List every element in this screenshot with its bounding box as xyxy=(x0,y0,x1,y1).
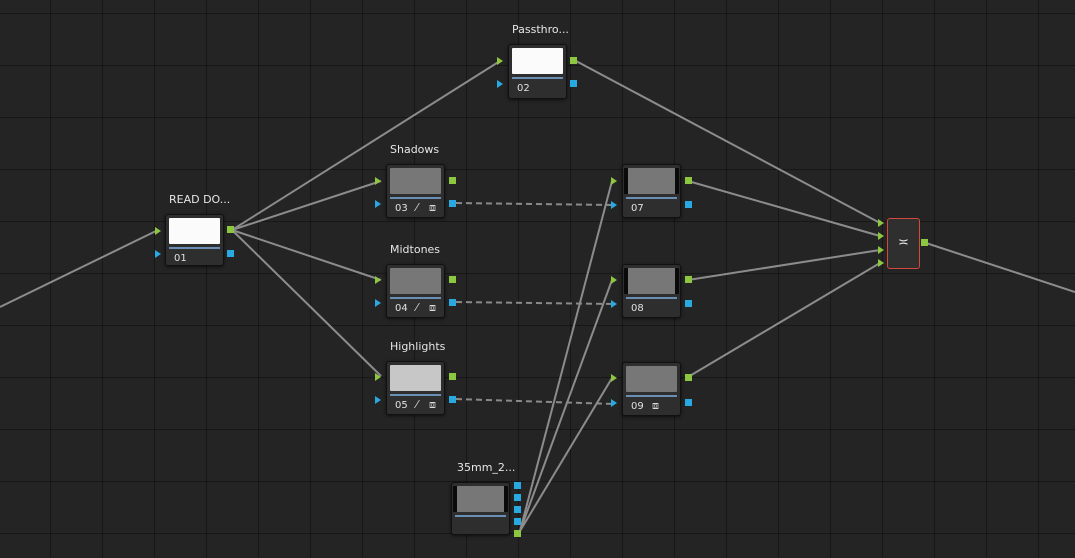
node-number: 05 xyxy=(395,400,408,411)
mixer-input-port[interactable] xyxy=(878,246,884,254)
key-input-port[interactable] xyxy=(375,299,381,307)
node-thumbnail xyxy=(624,268,679,294)
node-body[interactable]: 07 xyxy=(622,164,681,218)
key-input-port[interactable] xyxy=(155,250,161,258)
node-label: Highlights xyxy=(390,340,446,353)
node-body[interactable]: 01 xyxy=(165,214,224,266)
node-09[interactable]: 09 ⧈ xyxy=(622,362,681,416)
node-07[interactable]: 07 xyxy=(622,164,681,218)
eyedropper-icon: ⁄ xyxy=(416,301,418,314)
node-01[interactable]: READ DO... 01 xyxy=(165,193,230,266)
node-number: 07 xyxy=(631,203,644,214)
node-body[interactable]: 08 xyxy=(622,264,681,318)
rgb-input-port[interactable] xyxy=(611,374,617,382)
node-03[interactable]: Shadows 03 ⁄ ⧈ xyxy=(386,143,445,218)
node-body[interactable] xyxy=(451,482,510,535)
window-icon: ⧈ xyxy=(429,201,436,214)
mixer-input-port[interactable] xyxy=(878,219,884,227)
node-number: 03 xyxy=(395,203,408,214)
window-icon: ⧈ xyxy=(429,301,436,314)
node-05[interactable]: Highlights 05 ⁄ ⧈ xyxy=(386,340,445,415)
key-output-port[interactable] xyxy=(570,80,577,87)
node-thumbnail xyxy=(390,268,441,294)
rgb-output-port[interactable] xyxy=(227,226,234,233)
node-label: 35mm_2... xyxy=(457,461,516,474)
rgb-input-port[interactable] xyxy=(611,276,617,284)
key-output-port[interactable] xyxy=(449,396,456,403)
layer-mixer-node[interactable]: ≍ xyxy=(887,218,920,269)
node-thumbnail xyxy=(453,486,508,512)
node-label: Midtones xyxy=(390,243,441,256)
rgb-input-port[interactable] xyxy=(611,177,617,185)
node-body[interactable]: 05 ⁄ ⧈ xyxy=(386,361,445,415)
node-body[interactable]: 03 ⁄ ⧈ xyxy=(386,164,445,218)
node-body[interactable]: 09 ⧈ xyxy=(622,362,681,416)
mixer-output-port[interactable] xyxy=(921,239,928,246)
rgb-output-port[interactable] xyxy=(685,374,692,381)
node-number: 01 xyxy=(174,253,187,264)
key-output-port[interactable] xyxy=(449,200,456,207)
eyedropper-icon: ⁄ xyxy=(416,398,418,411)
key-input-port[interactable] xyxy=(497,80,503,88)
node-number: 02 xyxy=(517,83,530,94)
node-thumbnail xyxy=(626,366,677,392)
matte-output-port[interactable] xyxy=(514,530,521,537)
rgb-input-port[interactable] xyxy=(375,373,381,381)
rgb-output-port[interactable] xyxy=(685,276,692,283)
key-input-port[interactable] xyxy=(611,300,617,308)
node-body[interactable]: 04 ⁄ ⧈ xyxy=(386,264,445,318)
node-body[interactable]: 02 xyxy=(508,44,567,99)
external-matte-node[interactable]: 35mm_2... xyxy=(451,461,515,535)
key-output-port[interactable] xyxy=(685,300,692,307)
mixer-input-port[interactable] xyxy=(878,259,884,267)
node-04[interactable]: Midtones 04 ⁄ ⧈ xyxy=(386,243,445,318)
mixer-input-port[interactable] xyxy=(878,232,884,240)
node-number: 04 xyxy=(395,303,408,314)
key-output-port[interactable] xyxy=(685,201,692,208)
key-input-port[interactable] xyxy=(611,399,617,407)
node-label: READ DO... xyxy=(169,193,231,206)
node-label: Shadows xyxy=(390,143,440,156)
node-thumbnail xyxy=(624,168,679,194)
rgb-output-port[interactable] xyxy=(685,177,692,184)
node-label: Passthro... xyxy=(512,23,569,36)
node-thumbnail xyxy=(512,48,563,74)
rgb-input-port[interactable] xyxy=(497,57,503,65)
rgb-input-port[interactable] xyxy=(375,276,381,284)
node-thumbnail xyxy=(390,168,441,194)
key-output-port[interactable] xyxy=(685,399,692,406)
key-input-port[interactable] xyxy=(611,201,617,209)
key-input-port[interactable] xyxy=(375,200,381,208)
rgb-input-port[interactable] xyxy=(155,227,161,235)
key-input-port[interactable] xyxy=(375,396,381,404)
layer-mixer-icon: ≍ xyxy=(898,235,909,250)
node-thumbnail xyxy=(169,218,220,244)
node-number: 08 xyxy=(631,303,644,314)
matte-output-port[interactable] xyxy=(514,506,521,513)
rgb-output-port[interactable] xyxy=(449,177,456,184)
node-02[interactable]: Passthro... 02 xyxy=(508,23,569,99)
rgb-output-port[interactable] xyxy=(570,57,577,64)
rgb-input-port[interactable] xyxy=(375,177,381,185)
window-icon: ⧈ xyxy=(652,399,659,412)
matte-output-port[interactable] xyxy=(514,494,521,501)
key-output-port[interactable] xyxy=(227,250,234,257)
node-thumbnail xyxy=(390,365,441,391)
key-output-port[interactable] xyxy=(449,299,456,306)
eyedropper-icon: ⁄ xyxy=(416,201,418,214)
window-icon: ⧈ xyxy=(429,398,436,411)
node-number: 09 xyxy=(631,401,644,412)
matte-output-port[interactable] xyxy=(514,518,521,525)
rgb-output-port[interactable] xyxy=(449,373,456,380)
rgb-output-port[interactable] xyxy=(449,276,456,283)
node-08[interactable]: 08 xyxy=(622,264,681,318)
matte-output-port[interactable] xyxy=(514,482,521,489)
